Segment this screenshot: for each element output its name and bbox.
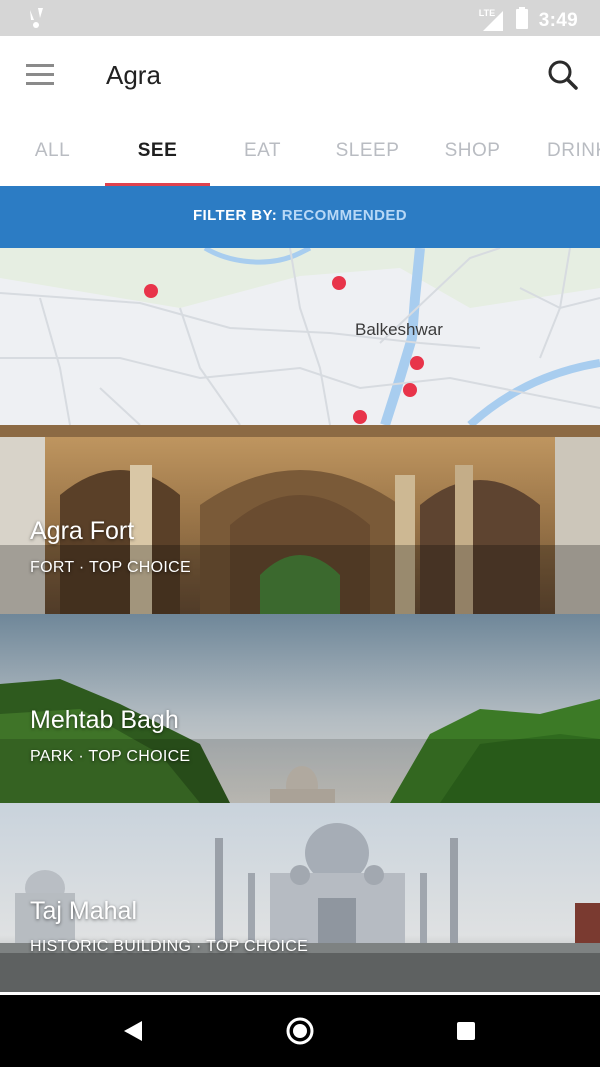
recents-icon[interactable]: [456, 1021, 476, 1046]
menu-icon[interactable]: [26, 64, 56, 88]
place-category: PARK · TOP CHOICE: [30, 748, 191, 765]
app-bar: Agra: [0, 36, 600, 116]
home-icon[interactable]: [285, 1016, 315, 1051]
filter-bar[interactable]: FILTER BY: RECOMMENDED: [0, 186, 600, 248]
map-marker[interactable]: [332, 276, 346, 290]
map-place-label: Balkeshwar: [355, 320, 443, 339]
map-marker[interactable]: [353, 410, 367, 424]
place-card-mehtab-bagh[interactable]: Mehtab Bagh PARK · TOP CHOICE: [0, 614, 600, 803]
status-time: 3:49: [538, 9, 578, 31]
back-icon[interactable]: [122, 1019, 144, 1048]
map-marker[interactable]: [410, 356, 424, 370]
tab-eat[interactable]: EAT: [210, 116, 315, 186]
filter-label: FILTER BY:: [192, 207, 278, 224]
notification-icon: [26, 6, 48, 35]
map-marker[interactable]: [144, 284, 158, 298]
tab-see[interactable]: SEE: [105, 116, 210, 186]
tab-sleep[interactable]: SLEEP: [315, 116, 420, 186]
map-marker[interactable]: [403, 383, 417, 397]
tab-all[interactable]: ALL: [0, 116, 105, 186]
place-category: FORT · TOP CHOICE: [30, 559, 191, 576]
signal-icon: LTE: [479, 8, 505, 33]
place-card-taj-mahal[interactable]: Taj Mahal HISTORIC BUILDING · TOP CHOICE: [0, 803, 600, 992]
place-name: Taj Mahal: [30, 897, 137, 925]
battery-icon: [515, 6, 529, 35]
system-nav-bar: [0, 995, 600, 1067]
place-card-agra-fort[interactable]: Agra Fort FORT · TOP CHOICE: [0, 425, 600, 614]
search-icon[interactable]: [546, 58, 580, 92]
page-title: Agra: [106, 60, 161, 90]
tab-shop[interactable]: SHOP: [420, 116, 525, 186]
place-name: Agra Fort: [30, 517, 135, 545]
map-view[interactable]: Balkeshwar: [0, 248, 600, 425]
filter-value[interactable]: RECOMMENDED: [282, 207, 407, 224]
tab-drink[interactable]: DRINK: [525, 116, 600, 186]
category-tabs: ALL SEE EAT SLEEP SHOP DRINK: [0, 116, 600, 186]
place-category: HISTORIC BUILDING · TOP CHOICE: [30, 938, 309, 955]
place-name: Mehtab Bagh: [30, 706, 179, 734]
map-roads: [0, 248, 600, 425]
status-bar: LTE 3:49: [0, 0, 600, 36]
